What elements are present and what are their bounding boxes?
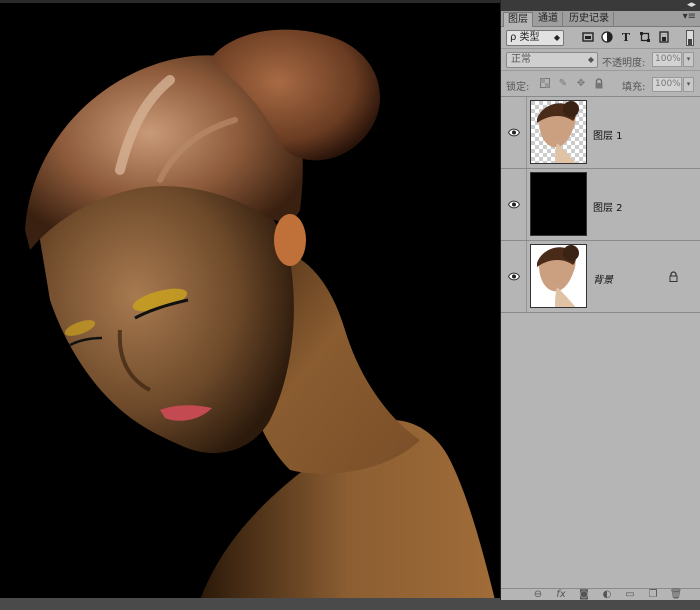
blend-mode-select[interactable]: 正常 ◆ — [506, 52, 598, 68]
layer-name[interactable]: 背景 — [593, 271, 613, 286]
portrait-image — [0, 0, 500, 600]
fx-icon[interactable]: fx — [554, 589, 568, 601]
chevron-down-icon: ◆ — [587, 55, 594, 64]
trash-icon[interactable]: 🗑 — [669, 589, 683, 601]
lock-icon — [669, 271, 678, 285]
fill-field[interactable]: 100% — [652, 77, 682, 92]
document-canvas[interactable] — [0, 0, 500, 600]
filter-toggle[interactable] — [686, 30, 694, 46]
layer-thumbnail — [530, 244, 587, 308]
layer-row-2[interactable]: 图层 2 — [501, 169, 700, 241]
layer-visibility-toggle[interactable] — [501, 241, 527, 312]
group-icon[interactable]: ▭ — [623, 589, 637, 601]
image-filter-icon[interactable] — [581, 31, 595, 45]
layer-name[interactable]: 图层 1 — [593, 127, 623, 142]
tab-layers[interactable]: 图层 — [503, 12, 533, 27]
eye-icon — [508, 272, 520, 281]
panel-menu-icon[interactable]: ▾≡ — [683, 11, 696, 22]
layer-row-1[interactable]: 图层 1 — [501, 97, 700, 169]
link-layers-icon[interactable]: ⊖ — [531, 589, 545, 601]
shape-filter-icon[interactable] — [638, 31, 652, 45]
new-layer-icon[interactable]: ❐ — [646, 589, 660, 601]
blend-mode-value: 正常 — [511, 54, 531, 65]
type-filter-icon[interactable]: T — [619, 31, 633, 45]
layer-thumbnail — [530, 172, 587, 236]
adjustment-filter-icon[interactable] — [600, 31, 614, 45]
layer-thumbnail — [530, 100, 587, 164]
chevron-down-icon: ◆ — [553, 33, 560, 42]
tab-channels[interactable]: 通道 — [534, 12, 563, 27]
eye-icon — [508, 200, 520, 209]
eye-icon — [508, 128, 520, 137]
layer-row-background[interactable]: 背景 — [501, 241, 700, 313]
layer-name[interactable]: 图层 2 — [593, 199, 623, 214]
lock-all-icon[interactable] — [593, 78, 605, 90]
lock-label: 锁定: — [506, 82, 530, 93]
layers-footer-toolbar: ⊖ fx ◙ ◐ ▭ ❐ 🗑 — [501, 588, 700, 600]
lock-position-icon[interactable]: ✥ — [575, 78, 587, 90]
mask-icon[interactable]: ◙ — [577, 589, 591, 601]
canvas-top-border — [0, 0, 500, 3]
panel-tabs: 图层 通道 历史记录 ▾≡ — [501, 11, 700, 27]
smart-object-filter-icon[interactable] — [657, 31, 671, 45]
panel-header: ◂▸ — [501, 0, 700, 11]
tab-history[interactable]: 历史记录 — [565, 12, 614, 27]
fill-slider-toggle[interactable]: ▾ — [683, 77, 694, 92]
opacity-field[interactable]: 100% — [652, 52, 682, 67]
opacity-slider-toggle[interactable]: ▾ — [683, 52, 694, 67]
opacity-label: 不透明度: — [602, 58, 646, 69]
adjustment-icon[interactable]: ◐ — [600, 589, 614, 601]
layer-list: 图层 1 图层 2 背景 — [501, 97, 700, 317]
lock-transparent-icon[interactable] — [539, 78, 551, 90]
layer-visibility-toggle[interactable] — [501, 97, 527, 168]
layers-panel: ◂▸ 图层 通道 历史记录 ▾≡ ρ 类型 ◆ T 正常 ◆ 不透明度: 100… — [500, 0, 700, 600]
layer-filter-row: ρ 类型 ◆ T — [501, 27, 700, 49]
fill-label: 填充: — [622, 82, 646, 93]
lock-row: 锁定: ✎ ✥ 填充: 100% ▾ — [501, 71, 700, 97]
lock-pixels-icon[interactable]: ✎ — [557, 78, 569, 90]
filter-kind-select[interactable]: ρ 类型 ◆ — [506, 30, 564, 46]
collapse-panel-icon[interactable]: ◂▸ — [687, 0, 696, 10]
filter-kind-label: ρ 类型 — [510, 32, 540, 43]
blend-row: 正常 ◆ 不透明度: 100% ▾ — [501, 49, 700, 71]
layer-visibility-toggle[interactable] — [501, 169, 527, 240]
